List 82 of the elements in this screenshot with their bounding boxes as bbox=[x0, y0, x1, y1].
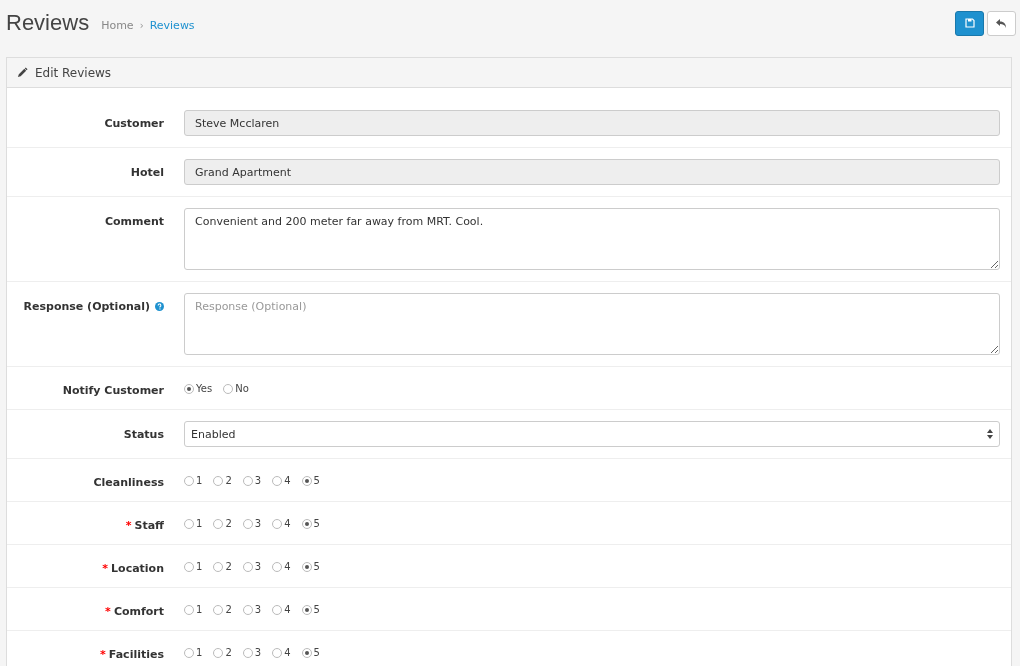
radio-icon bbox=[184, 476, 194, 486]
text-area[interactable]: Response (Optional) bbox=[184, 293, 1000, 355]
radio-icon bbox=[301, 519, 312, 529]
radio-option[interactable]: 2 bbox=[213, 475, 232, 486]
radio-icon bbox=[242, 562, 253, 572]
field-label: Customer bbox=[104, 117, 164, 130]
radio-icon bbox=[242, 648, 253, 658]
radio-icon bbox=[242, 476, 253, 486]
radio-option[interactable]: 2 bbox=[213, 647, 232, 658]
radio-icon bbox=[184, 519, 194, 529]
required-mark: * bbox=[125, 519, 132, 532]
radio-option[interactable]: 5 bbox=[301, 475, 320, 486]
field-label: Staff bbox=[134, 519, 164, 532]
radio-icon bbox=[184, 605, 194, 615]
text-area[interactable]: Convenient and 200 meter far away from MRT. Cool. bbox=[184, 208, 1000, 270]
select-caret-icon bbox=[987, 429, 993, 439]
field-label: Status bbox=[123, 428, 164, 441]
select-value: Enabled bbox=[191, 427, 236, 441]
radio-option[interactable]: 1 bbox=[184, 604, 203, 615]
field-label: Comment bbox=[104, 215, 164, 228]
radio-icon bbox=[272, 562, 283, 572]
reply-arrow-icon bbox=[996, 18, 1007, 28]
radio-icon bbox=[301, 648, 312, 658]
radio-icon bbox=[301, 605, 312, 615]
radio-icon bbox=[223, 384, 234, 394]
radio-option[interactable]: 3 bbox=[242, 518, 262, 529]
pencil-icon bbox=[17, 67, 28, 78]
radio-option[interactable]: 3 bbox=[242, 647, 262, 658]
radio-option[interactable]: 3 bbox=[242, 475, 262, 486]
radio-icon bbox=[272, 519, 283, 529]
field-label: Facilities bbox=[108, 648, 164, 661]
radio-option[interactable]: 1 bbox=[184, 475, 203, 486]
radio-icon bbox=[184, 562, 194, 572]
radio-option[interactable]: 2 bbox=[213, 561, 232, 572]
radio-option[interactable]: 2 bbox=[213, 604, 232, 615]
page-title: Reviews bbox=[6, 10, 90, 36]
field-label: Hotel bbox=[130, 166, 164, 179]
radio-icon bbox=[301, 476, 312, 486]
radio-option[interactable]: 4 bbox=[272, 561, 291, 572]
radio-icon bbox=[184, 648, 194, 658]
radio-option[interactable]: Yes bbox=[184, 383, 213, 394]
radio-icon bbox=[242, 605, 253, 615]
breadcrumb-separator: › bbox=[139, 20, 144, 31]
radio-option[interactable]: 3 bbox=[242, 604, 262, 615]
radio-icon bbox=[272, 648, 283, 658]
radio-icon bbox=[272, 476, 283, 486]
radio-icon bbox=[213, 648, 224, 658]
required-mark: * bbox=[102, 562, 109, 575]
radio-option[interactable]: 1 bbox=[184, 647, 203, 658]
radio-option[interactable]: 3 bbox=[242, 561, 262, 572]
field-label: Notify Customer bbox=[62, 384, 164, 397]
radio-option[interactable]: 4 bbox=[272, 647, 291, 658]
radio-option[interactable]: 4 bbox=[272, 604, 291, 615]
field-label: Location bbox=[111, 562, 164, 575]
radio-option[interactable]: 1 bbox=[184, 518, 203, 529]
radio-icon bbox=[301, 562, 312, 572]
radio-icon bbox=[213, 476, 224, 486]
radio-icon bbox=[213, 605, 224, 615]
required-mark: * bbox=[100, 648, 106, 661]
radio-icon bbox=[272, 605, 283, 615]
radio-icon bbox=[242, 519, 253, 529]
panel-title: Edit Reviews bbox=[35, 65, 112, 80]
save-icon bbox=[964, 18, 975, 28]
radio-icon bbox=[213, 562, 224, 572]
status-select[interactable]: Enabled bbox=[184, 421, 1000, 447]
field-label: Response (Optional) bbox=[23, 300, 150, 313]
radio-icon bbox=[213, 519, 224, 529]
radio-option[interactable]: 5 bbox=[301, 518, 320, 529]
radio-option[interactable]: 2 bbox=[213, 518, 232, 529]
radio-option[interactable]: 4 bbox=[272, 475, 291, 486]
radio-option[interactable]: 4 bbox=[272, 518, 291, 529]
radio-option[interactable]: 1 bbox=[184, 561, 203, 572]
radio-option[interactable]: No bbox=[223, 383, 249, 394]
back-button[interactable] bbox=[987, 10, 1016, 36]
field-label: Comfort bbox=[113, 605, 164, 618]
required-mark: * bbox=[105, 605, 111, 618]
radio-option[interactable]: 5 bbox=[301, 604, 320, 615]
radio-option[interactable]: 5 bbox=[301, 561, 320, 572]
radio-option[interactable]: 5 bbox=[301, 647, 320, 658]
radio-icon bbox=[184, 384, 194, 394]
field-label: Cleanliness bbox=[93, 476, 164, 489]
save-button[interactable] bbox=[955, 10, 984, 36]
